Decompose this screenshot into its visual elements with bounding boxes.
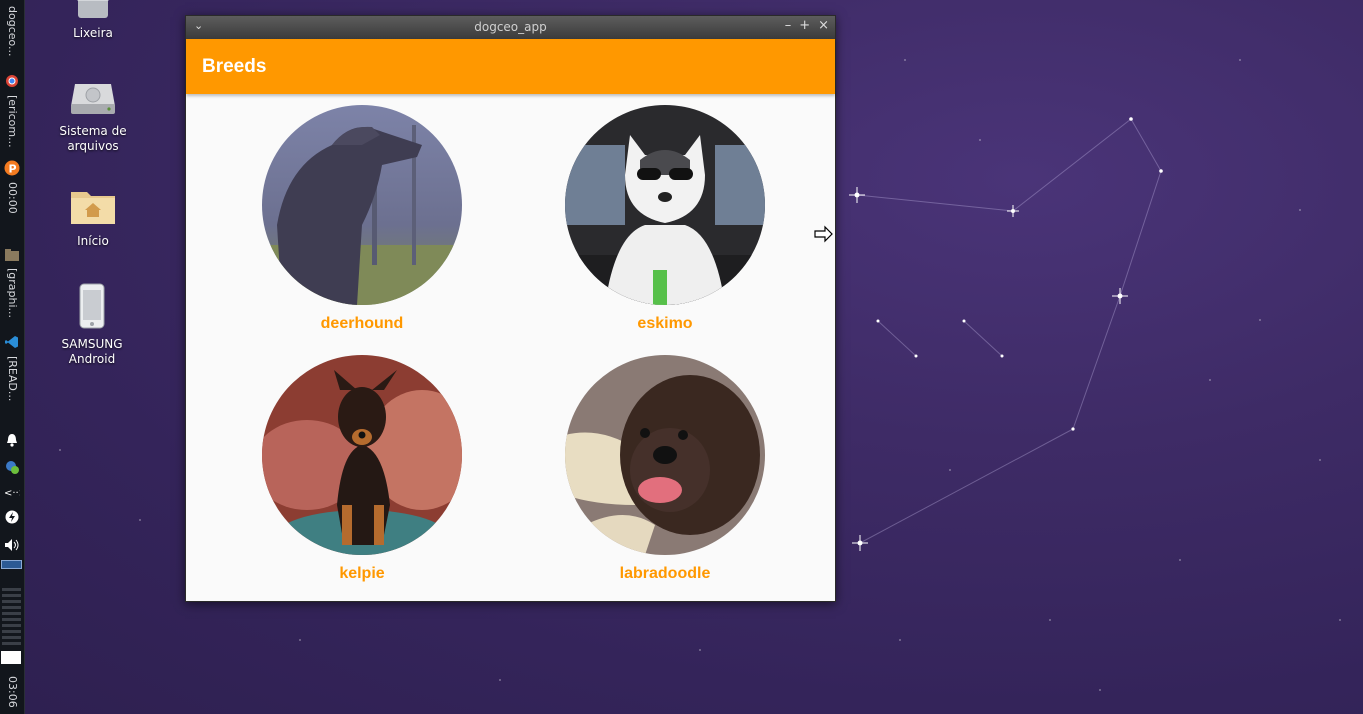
desktop-icon-label: SAMSUNG Android (61, 337, 123, 366)
volume-icon[interactable] (4, 537, 20, 553)
breed-card-eskimo[interactable]: eskimo (565, 105, 765, 333)
bell-icon[interactable] (4, 432, 20, 448)
cpu-meter-bar (2, 612, 21, 615)
cpu-meter-bar (2, 636, 21, 639)
cpu-meter-bar (2, 594, 21, 597)
folder-icon (4, 247, 20, 263)
window-titlebar[interactable]: ⌄ dogceo_app – + × (186, 16, 835, 39)
desktop-icon-label: Lixeira (73, 26, 113, 40)
window-title: dogceo_app (474, 20, 547, 34)
breed-card-deerhound[interactable]: deerhound (262, 105, 462, 333)
cpu-meter-bar (2, 606, 21, 609)
breed-photo[interactable] (262, 355, 462, 555)
pomodoro-icon: P (4, 160, 20, 176)
breed-card-labradoodle[interactable]: labradoodle (565, 355, 765, 583)
taskbar-item-ericom[interactable]: [ericom... (3, 95, 21, 148)
vscode-icon (4, 334, 20, 350)
svg-text:P: P (9, 163, 17, 176)
cursor-icon (814, 225, 834, 247)
svg-text:<··>: <··> (4, 488, 20, 498)
cpu-meter-bar (2, 630, 21, 633)
breed-card-kelpie[interactable]: kelpie (262, 355, 462, 583)
show-desktop-button[interactable] (1, 651, 21, 664)
connection-arrows-icon[interactable]: <··> (4, 484, 20, 500)
cpu-meter-bar (2, 588, 21, 591)
timer-text: 00:00 (6, 182, 19, 214)
desktop-icon-label: Sistema de arquivos (59, 124, 127, 153)
desktop-icon-android[interactable]: SAMSUNG Android (47, 283, 137, 367)
breed-photo[interactable] (565, 105, 765, 305)
drive-icon (48, 80, 138, 120)
power-icon[interactable] (4, 509, 20, 525)
breed-name[interactable]: deerhound (262, 315, 462, 333)
phone-icon (47, 283, 137, 333)
clock-text: 03:06 (6, 676, 19, 708)
minimize-button[interactable]: – (785, 18, 792, 33)
home-folder-icon (48, 186, 138, 230)
close-button[interactable]: × (818, 18, 829, 33)
taskbar-item-dogceo[interactable]: dogceo... (3, 6, 21, 57)
desktop-icon-trash[interactable]: Lixeira (48, 0, 138, 41)
cpu-meter-bar (2, 642, 21, 645)
desktop-icon-label: Início (77, 234, 109, 248)
breed-name[interactable]: kelpie (262, 565, 462, 583)
cpu-meter-bar (2, 618, 21, 621)
desktop-icon-filesystem[interactable]: Sistema de arquivos (48, 80, 138, 154)
cpu-meter-bar (2, 624, 21, 627)
app-window: ⌄ dogceo_app – + × Breeds deerhound eski… (185, 15, 836, 602)
maximize-button[interactable]: + (799, 18, 810, 33)
side-panel: dogceo... [ericom... P 00:00 [graphi... … (0, 0, 25, 714)
desktop-icon-home[interactable]: Início (48, 186, 138, 249)
taskbar-item-readme[interactable]: [READ... (3, 356, 21, 401)
page-title: Breeds (202, 56, 267, 77)
chrome-icon (4, 73, 20, 89)
cpu-meter-bar (2, 600, 21, 603)
breed-photo[interactable] (262, 105, 462, 305)
workspace-indicator[interactable] (1, 560, 22, 569)
breed-name[interactable]: eskimo (565, 315, 765, 333)
trash-icon (48, 0, 138, 22)
breed-name[interactable]: labradoodle (565, 565, 765, 583)
taskbar-item-graphi[interactable]: [graphi... (3, 268, 21, 318)
network-status-icon[interactable] (4, 459, 20, 475)
app-bar: Breeds (186, 39, 835, 94)
breed-photo[interactable] (565, 355, 765, 555)
